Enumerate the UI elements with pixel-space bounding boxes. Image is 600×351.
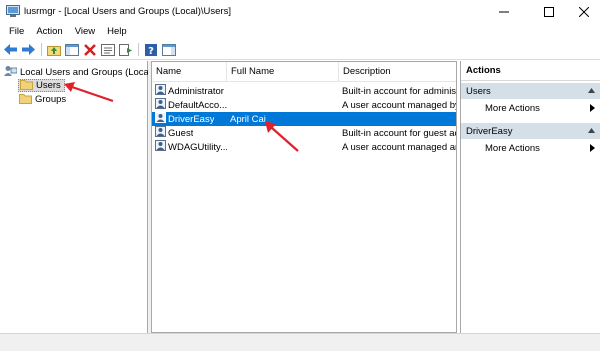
submenu-arrow-icon bbox=[590, 104, 595, 112]
tree-item-groups[interactable]: Groups bbox=[18, 93, 69, 106]
table-row[interactable]: DefaultAcco... A user account managed by bbox=[152, 98, 457, 112]
cell-name: Administrator bbox=[152, 84, 227, 98]
menu-help[interactable]: Help bbox=[101, 24, 133, 40]
computer-management-icon bbox=[6, 5, 20, 18]
up-folder-icon[interactable] bbox=[46, 42, 61, 57]
user-account-icon bbox=[155, 98, 166, 112]
action-label: More Actions bbox=[485, 143, 540, 154]
maximize-button[interactable] bbox=[533, 0, 565, 24]
actions-section-label: Users bbox=[466, 85, 491, 97]
collapse-icon[interactable] bbox=[588, 128, 595, 133]
cell-name: WDAGUtility... bbox=[152, 140, 227, 154]
toolbar-separator bbox=[138, 43, 139, 56]
show-hide-tree-icon[interactable] bbox=[64, 42, 79, 57]
status-bar bbox=[0, 333, 600, 351]
cell-name: DefaultAcco... bbox=[152, 98, 227, 112]
action-label: More Actions bbox=[485, 103, 540, 114]
cell-name: DriverEasy bbox=[152, 112, 227, 126]
toolbar-separator bbox=[41, 43, 42, 56]
cell-full-name: April Cai bbox=[230, 113, 266, 125]
folder-icon bbox=[20, 79, 33, 92]
submenu-arrow-icon bbox=[590, 144, 595, 152]
properties-icon[interactable] bbox=[100, 42, 115, 57]
menu-file[interactable]: File bbox=[3, 24, 30, 40]
actions-pane: Actions Users More Actions DriverEasy Mo… bbox=[460, 61, 600, 333]
user-account-icon bbox=[155, 112, 166, 126]
tree-item-users[interactable]: Users bbox=[18, 79, 65, 92]
cell-description: Built-in account for guest ac bbox=[342, 127, 457, 139]
cell-description: A user account managed an bbox=[342, 141, 457, 153]
menu-action[interactable]: Action bbox=[30, 24, 68, 40]
users-groups-icon bbox=[4, 65, 18, 79]
close-button[interactable] bbox=[568, 0, 600, 24]
actions-title: Actions bbox=[461, 61, 600, 81]
minimize-button[interactable] bbox=[488, 0, 520, 24]
table-row[interactable]: WDAGUtility... A user account managed an bbox=[152, 140, 457, 154]
actions-section-users[interactable]: Users bbox=[461, 83, 600, 99]
export-list-icon[interactable] bbox=[118, 42, 133, 57]
column-header-full-name[interactable]: Full Name bbox=[227, 62, 339, 82]
tree-item-label: Users bbox=[36, 80, 61, 91]
action-more-actions[interactable]: More Actions bbox=[461, 140, 600, 157]
cell-description: Built-in account for administ bbox=[342, 85, 457, 97]
cell-name: Guest bbox=[152, 126, 227, 140]
console-tree-pane: Local Users and Groups (Local) Users Gro… bbox=[0, 61, 154, 333]
user-account-icon bbox=[155, 84, 166, 98]
action-more-actions[interactable]: More Actions bbox=[461, 100, 600, 117]
menu-bar: File Action View Help bbox=[0, 24, 600, 40]
window-title: lusrmgr - [Local Users and Groups (Local… bbox=[24, 6, 231, 17]
table-row-selected[interactable]: DriverEasy April Cai bbox=[152, 112, 456, 126]
cell-description: A user account managed by bbox=[342, 99, 457, 111]
users-list-pane: Name Full Name Description Administrator… bbox=[151, 61, 457, 333]
collapse-icon[interactable] bbox=[588, 88, 595, 93]
tree-root-label: Local Users and Groups (Local) bbox=[20, 66, 155, 78]
menu-view[interactable]: View bbox=[69, 24, 101, 40]
forward-icon[interactable] bbox=[21, 42, 36, 57]
toolbar: ? bbox=[0, 40, 600, 60]
svg-text:?: ? bbox=[148, 46, 154, 56]
column-header-description[interactable]: Description bbox=[339, 62, 456, 82]
actions-section-drivereasy[interactable]: DriverEasy bbox=[461, 123, 600, 139]
list-header: Name Full Name Description bbox=[152, 62, 456, 82]
title-bar: lusrmgr - [Local Users and Groups (Local… bbox=[0, 0, 600, 24]
user-account-icon bbox=[155, 140, 166, 154]
column-header-name[interactable]: Name bbox=[152, 62, 227, 82]
folder-icon bbox=[19, 93, 32, 106]
delete-icon[interactable] bbox=[82, 42, 97, 57]
tree-item-label: Groups bbox=[35, 94, 67, 105]
table-row[interactable]: Guest Built-in account for guest ac bbox=[152, 126, 457, 140]
actions-section-label: DriverEasy bbox=[466, 125, 513, 137]
show-hide-action-pane-icon[interactable] bbox=[161, 42, 176, 57]
help-icon[interactable]: ? bbox=[143, 42, 158, 57]
tree-root[interactable]: Local Users and Groups (Local) bbox=[4, 65, 154, 79]
user-account-icon bbox=[155, 126, 166, 140]
back-icon[interactable] bbox=[3, 42, 18, 57]
table-row[interactable]: Administrator Built-in account for admin… bbox=[152, 84, 457, 98]
